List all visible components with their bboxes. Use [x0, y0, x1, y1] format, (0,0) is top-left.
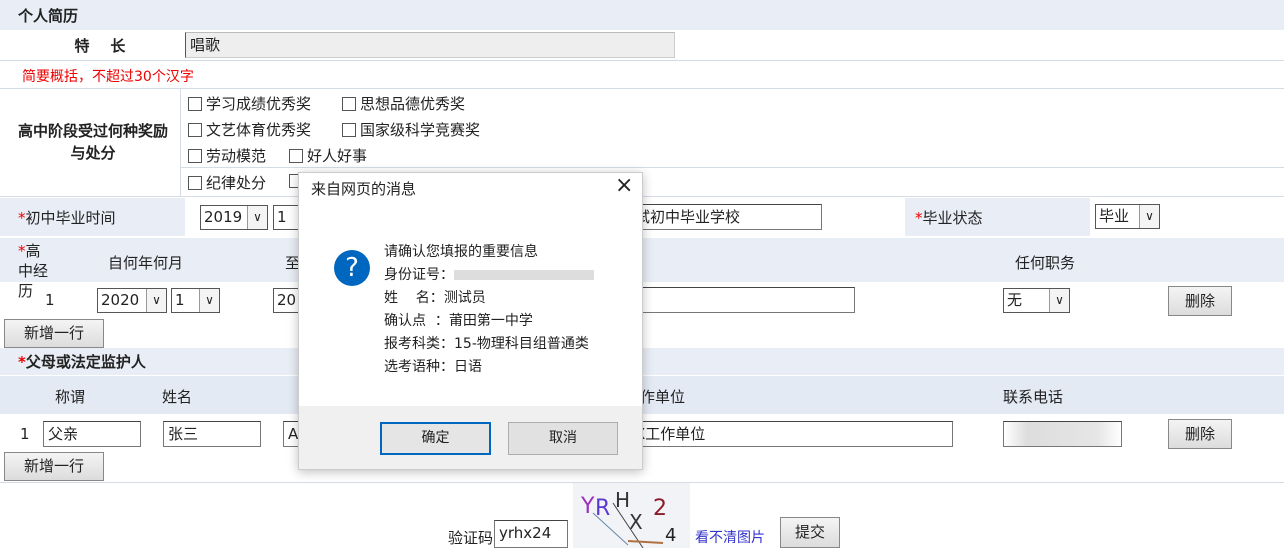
- refresh-captcha-link[interactable]: 看不清图片: [695, 527, 765, 547]
- junior-school-input[interactable]: 试初中毕业学校: [630, 204, 822, 230]
- captcha-label: 验证码: [448, 529, 494, 547]
- delete-button[interactable]: 删除: [1168, 419, 1232, 449]
- header-relation: 称谓: [55, 388, 86, 406]
- svg-text:Y: Y: [580, 494, 595, 519]
- header-name: 姓名: [162, 388, 193, 406]
- row-index: 1: [45, 291, 55, 309]
- svg-text:H: H: [615, 488, 630, 512]
- ok-button[interactable]: 确定: [380, 422, 491, 455]
- specialty-input[interactable]: 唱歌: [185, 32, 675, 58]
- name-input[interactable]: 张三: [163, 421, 261, 447]
- submit-button[interactable]: 提交: [780, 517, 840, 548]
- dialog-message: 请确认您填报的重要信息 身份证号： 姓 名：测试员 确认点 ：莆田第一中学 报考…: [384, 241, 594, 379]
- specialty-hint: 简要概括，不超过30个汉字: [22, 69, 194, 85]
- award-checkbox[interactable]: 好人好事: [289, 145, 367, 166]
- header-work: 作单位: [640, 388, 686, 406]
- dialog-title: 来自网页的消息: [311, 180, 417, 198]
- award-checkbox[interactable]: 学习成绩优秀奖: [188, 93, 311, 114]
- from-year-select[interactable]: 2020 ∨: [97, 288, 167, 313]
- section-header: [0, 0, 1284, 30]
- section-title: 个人简历: [18, 7, 79, 25]
- guardian-label: *父母或法定监护人: [18, 353, 146, 371]
- svg-text:2: 2: [653, 496, 667, 521]
- add-row-button[interactable]: 新增一行: [4, 452, 104, 481]
- specialty-label: 特 长: [74, 37, 126, 55]
- question-icon: ?: [334, 250, 370, 286]
- message-dialog: 来自网页的消息 × ? 请确认您填报的重要信息 身份证号： 姓 名：测试员 确认…: [298, 172, 643, 470]
- row-index: 1: [20, 425, 30, 443]
- award-checkbox[interactable]: 文艺体育优秀奖: [188, 119, 311, 140]
- add-row-button[interactable]: 新增一行: [4, 319, 104, 348]
- junior-label: *初中毕业时间: [18, 209, 116, 227]
- work-input[interactable]: X工作单位: [630, 421, 953, 447]
- phone-input[interactable]: [1003, 421, 1122, 447]
- from-month-select[interactable]: 1 ∨: [171, 288, 220, 313]
- awards-label: 高中阶段受过何种奖励与处分: [18, 122, 169, 162]
- svg-text:4: 4: [665, 525, 676, 546]
- captcha-image[interactable]: Y R H X 2 4: [573, 483, 690, 548]
- school-input[interactable]: [630, 287, 855, 313]
- status-label: *毕业状态: [915, 209, 983, 227]
- award-checkbox[interactable]: 纪律处分: [188, 172, 266, 193]
- award-checkbox[interactable]: 思想品德优秀奖: [342, 93, 465, 114]
- header-position: 任何职务: [1015, 254, 1076, 272]
- delete-button[interactable]: 删除: [1168, 286, 1232, 316]
- relation-input[interactable]: 父亲: [43, 421, 141, 447]
- cancel-button[interactable]: 取消: [508, 422, 618, 455]
- award-checkbox[interactable]: 国家级科学竞赛奖: [342, 119, 480, 140]
- header-phone: 联系电话: [1003, 388, 1064, 406]
- close-icon[interactable]: ×: [615, 173, 633, 198]
- award-checkbox[interactable]: 劳动模范: [188, 145, 266, 166]
- header-from: 自何年何月: [108, 254, 184, 272]
- captcha-input[interactable]: yrhx24: [494, 520, 568, 548]
- junior-year-select[interactable]: 2019 ∨: [200, 205, 268, 230]
- status-select[interactable]: 毕业 ∨: [1095, 204, 1160, 229]
- position-select[interactable]: 无 ∨: [1003, 288, 1070, 313]
